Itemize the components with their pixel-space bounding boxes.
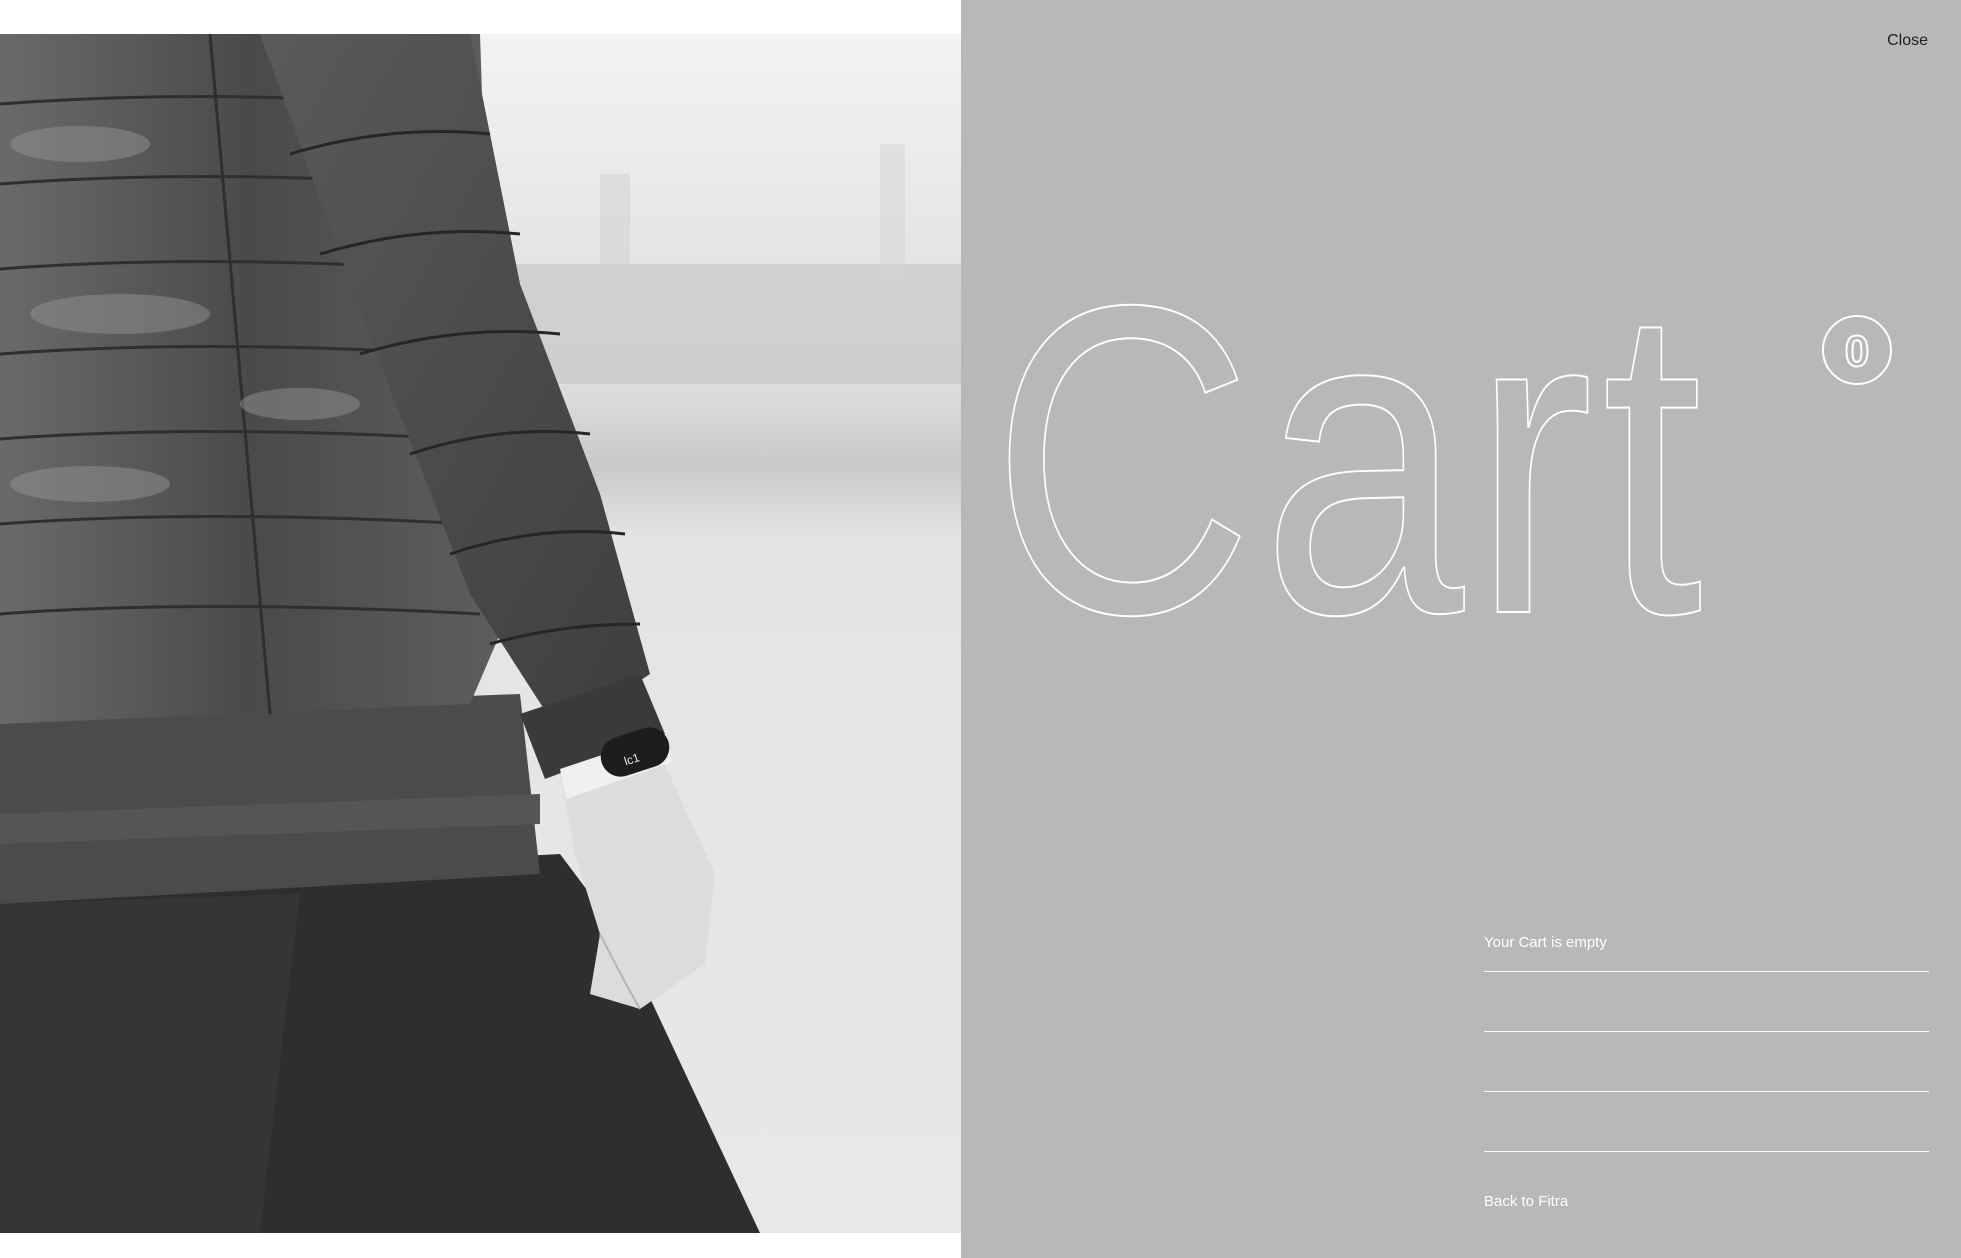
cart-heading-text: Cart — [991, 215, 1711, 706]
cart-title-svg: Cart 0 — [990, 214, 1892, 707]
empty-cart-message: Your Cart is empty — [1484, 928, 1929, 972]
cart-items-list: Your Cart is empty — [1484, 928, 1929, 1152]
empty-cart-row — [1484, 1032, 1929, 1092]
product-lifestyle-photo: lc1 — [0, 34, 961, 1233]
cart-page: lc1 Close Cart 0 Your Cart is empty Back… — [0, 0, 1961, 1258]
cart-panel: Close Cart 0 Your Cart is empty Back to … — [961, 0, 1961, 1258]
empty-cart-row — [1484, 1092, 1929, 1152]
cart-count-text: 0 — [1845, 327, 1869, 376]
cart-title: Cart 0 — [990, 214, 1931, 707]
back-to-shop-link[interactable]: Back to Fitra — [1484, 1193, 1568, 1210]
close-button[interactable]: Close — [1887, 32, 1928, 50]
empty-cart-row — [1484, 972, 1929, 1032]
photo-illustration: lc1 — [0, 34, 961, 1233]
